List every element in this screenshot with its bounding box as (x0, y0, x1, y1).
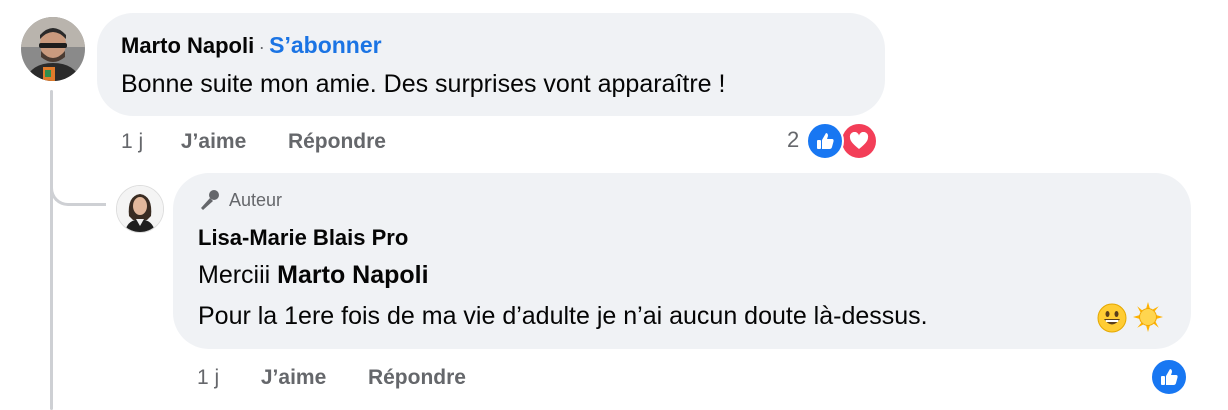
like-button[interactable]: J’aime (261, 366, 326, 389)
reply-button[interactable]: Répondre (288, 130, 386, 153)
comment-bubble: Marto Napoli · S’abonner Bonne suite mon… (97, 13, 885, 116)
thread-connector-line (50, 90, 53, 410)
separator-dot: · (258, 37, 265, 57)
reply-connector-curve (50, 170, 106, 206)
microphone-icon (201, 190, 219, 210)
reply-text-prefix: Merciii (198, 261, 271, 289)
reply-author-name[interactable]: Lisa-Marie Blais Pro (198, 225, 408, 251)
avatar[interactable] (21, 17, 85, 81)
reply-timestamp[interactable]: 1 j (197, 366, 219, 389)
sun-icon (1133, 302, 1163, 332)
avatar[interactable] (116, 185, 164, 233)
author-badge: Auteur (197, 188, 282, 212)
like-reaction-icon[interactable] (1150, 358, 1188, 396)
reply-text-line2: Pour la 1ere fois de ma vie d’adulte je … (198, 302, 928, 330)
grinning-face-icon (1097, 303, 1127, 333)
follow-button[interactable]: S’abonner (269, 32, 381, 58)
comment-author-name[interactable]: Marto Napoli (121, 33, 254, 58)
comment-text: Bonne suite mon amie. Des surprises vont… (121, 70, 726, 98)
comment-timestamp[interactable]: 1 j (121, 130, 143, 153)
mention-link[interactable]: Marto Napoli (277, 261, 428, 289)
author-badge-label: Auteur (229, 189, 283, 210)
like-reaction-icon (806, 122, 844, 160)
reaction-count[interactable]: 2 (787, 127, 799, 153)
comment-actions: 1 j J’aime Répondre (121, 130, 386, 154)
like-button[interactable]: J’aime (181, 130, 246, 153)
reply-text-line1: Merciii Marto Napoli (198, 261, 429, 290)
reply-actions: 1 j J’aime Répondre (197, 366, 466, 390)
love-reaction-icon (840, 122, 878, 160)
reply-button[interactable]: Répondre (368, 366, 466, 389)
